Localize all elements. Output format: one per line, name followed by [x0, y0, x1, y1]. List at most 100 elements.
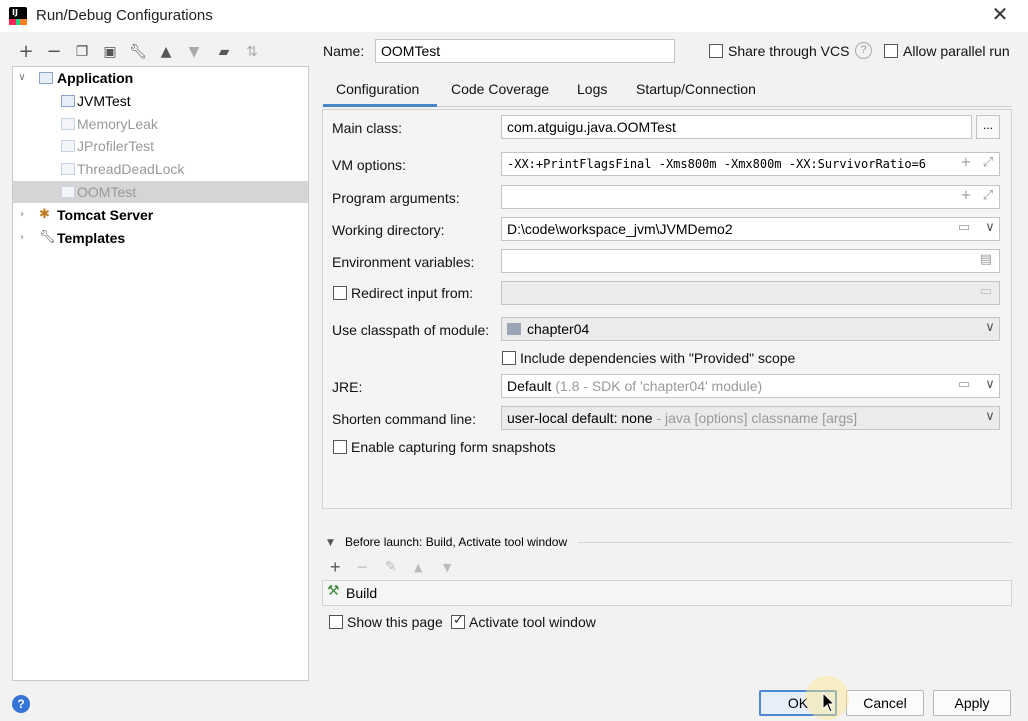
allow-parallel-checkbox[interactable]	[884, 44, 898, 58]
browse-button[interactable]: ...	[976, 115, 1000, 139]
redirect-input-checkbox[interactable]	[333, 286, 347, 300]
help-icon[interactable]: ?	[12, 695, 30, 713]
jre-select[interactable]: Default (1.8 - SDK of 'chapter04' module…	[501, 374, 1000, 398]
sort-icon[interactable]: ⇅	[242, 42, 262, 62]
env-vars-input[interactable]	[501, 249, 1000, 273]
application-icon	[61, 118, 75, 130]
show-page-label: Show this page	[347, 614, 443, 630]
hammer-icon: ⚒	[327, 583, 340, 599]
snapshots-label: Enable capturing form snapshots	[351, 439, 556, 455]
application-icon	[39, 72, 53, 84]
move-up-icon[interactable]: ▲	[156, 42, 176, 62]
tree-item-label: MemoryLeak	[77, 116, 158, 132]
allow-parallel-label: Allow parallel run	[903, 43, 1010, 59]
folder-icon[interactable]: ▰	[214, 42, 234, 62]
window-title: Run/Debug Configurations	[36, 7, 213, 24]
classpath-value: chapter04	[527, 321, 590, 337]
remove-icon[interactable]: −	[357, 557, 368, 578]
apply-button[interactable]: Apply	[933, 690, 1011, 716]
working-dir-label: Working directory:	[332, 222, 445, 238]
vm-options-input[interactable]: -XX:+PrintFlagsFinal -Xms800m -Xmx800m -…	[501, 152, 1000, 176]
tree-item-jprofilertest[interactable]: JProfilerTest	[13, 135, 308, 157]
expand-plus-icon[interactable]: +	[958, 155, 974, 171]
jre-hint: (1.8 - SDK of 'chapter04' module)	[551, 378, 763, 394]
redirect-input-label: Redirect input from:	[351, 285, 474, 301]
show-page-checkbox[interactable]	[329, 615, 343, 629]
application-icon	[61, 140, 75, 152]
tree-item-label: JProfilerTest	[77, 138, 155, 154]
jre-label: JRE:	[332, 379, 363, 395]
before-launch-list[interactable]: ⚒ Build	[322, 580, 1012, 606]
tomcat-icon: ✱	[39, 207, 50, 222]
tree-item-label: OOMTest	[77, 184, 137, 200]
help-circle-icon[interactable]: ?	[855, 42, 872, 59]
module-icon	[507, 323, 521, 335]
tree-item-label: JVMTest	[77, 93, 131, 109]
edit-icon[interactable]: ✎	[385, 559, 397, 575]
chevron-right-icon[interactable]: ›	[16, 227, 28, 249]
tree-item-oomtest[interactable]: OOMTest	[13, 181, 308, 203]
tree-node-tomcat[interactable]: › ✱ Tomcat Server	[13, 204, 308, 226]
list-item[interactable]: ⚒ Build	[323, 581, 1011, 605]
program-args-label: Program arguments:	[332, 190, 460, 206]
include-deps-checkbox[interactable]	[502, 351, 516, 365]
share-vcs-checkbox[interactable]	[709, 44, 723, 58]
chevron-down-icon[interactable]: ∨	[16, 67, 28, 89]
chevron-down-icon[interactable]: ∨	[982, 220, 998, 236]
activate-tool-checkbox[interactable]	[451, 613, 465, 629]
collapse-triangle-icon[interactable]: ▼	[327, 538, 334, 548]
folder-icon[interactable]: ▭	[956, 220, 972, 236]
document-icon[interactable]: ▤	[978, 252, 994, 268]
expand-plus-icon[interactable]: +	[958, 188, 974, 204]
remove-icon[interactable]: −	[44, 42, 64, 62]
main-class-label: Main class:	[332, 120, 403, 136]
snapshots-checkbox[interactable]	[333, 440, 347, 454]
main-class-input[interactable]: com.atguigu.java.OOMTest	[501, 115, 972, 139]
shorten-value: user-local default: none	[507, 410, 653, 426]
add-icon[interactable]: +	[330, 557, 341, 578]
tree-node-templates[interactable]: › 🔧︎ Templates	[13, 227, 308, 249]
tree-label-application: Application	[57, 70, 134, 86]
configuration-tree[interactable]: ∨ Application JVMTest MemoryLeak JProfil…	[12, 66, 309, 681]
folder-icon[interactable]: ▭	[956, 377, 972, 393]
chevron-right-icon[interactable]: ›	[16, 204, 28, 226]
before-launch-item-label: Build	[346, 585, 378, 601]
tab-code-coverage[interactable]: Code Coverage	[451, 81, 549, 107]
before-launch-title: Before launch: Build, Activate tool wind…	[345, 535, 568, 549]
tree-item-memoryleak[interactable]: MemoryLeak	[13, 113, 308, 135]
program-args-input[interactable]	[501, 185, 1000, 209]
chevron-down-icon[interactable]: ∨	[982, 377, 998, 393]
move-down-icon[interactable]: ▼	[184, 42, 204, 62]
wrench-icon[interactable]: 🔧︎	[128, 42, 148, 62]
cancel-button[interactable]: Cancel	[846, 690, 924, 716]
application-icon	[61, 186, 75, 198]
chevron-down-icon[interactable]: ∨	[982, 320, 998, 336]
include-deps-label: Include dependencies with "Provided" sco…	[520, 350, 796, 366]
tree-item-jvmtest[interactable]: JVMTest	[13, 90, 308, 112]
tree-item-threaddeadlock[interactable]: ThreadDeadLock	[13, 158, 308, 180]
tab-logs[interactable]: Logs	[577, 81, 607, 107]
classpath-select[interactable]: chapter04	[501, 317, 1000, 341]
shorten-select[interactable]: user-local default: none - java [options…	[501, 406, 1000, 430]
close-icon[interactable]: ✕	[988, 3, 1012, 27]
expand-icon[interactable]: ⤢	[980, 155, 996, 171]
title-bar: IJ Run/Debug Configurations ✕	[0, 0, 1028, 32]
tab-configuration[interactable]: Configuration	[323, 81, 437, 107]
application-icon	[61, 95, 75, 107]
tree-node-application[interactable]: ∨ Application	[13, 67, 308, 89]
add-icon[interactable]: +	[16, 42, 36, 62]
expand-icon[interactable]: ⤢	[980, 188, 996, 204]
move-down-icon[interactable]: ▼	[443, 561, 451, 574]
name-input[interactable]: OOMTest	[375, 39, 675, 63]
shorten-hint: - java [options] classname [args]	[652, 410, 858, 426]
copy-icon[interactable]: ❐	[72, 42, 92, 62]
move-up-icon[interactable]: ▲	[414, 561, 422, 574]
application-icon	[61, 163, 75, 175]
working-dir-input[interactable]: D:\code\workspace_jvm\JVMDemo2	[501, 217, 1000, 241]
tab-startup-connection[interactable]: Startup/Connection	[636, 81, 756, 107]
save-icon[interactable]: ▣	[100, 42, 120, 62]
tree-item-label: ThreadDeadLock	[77, 161, 185, 177]
chevron-down-icon[interactable]: ∨	[982, 409, 998, 425]
mouse-cursor-icon	[822, 692, 836, 713]
logo-text: IJ	[12, 8, 18, 17]
